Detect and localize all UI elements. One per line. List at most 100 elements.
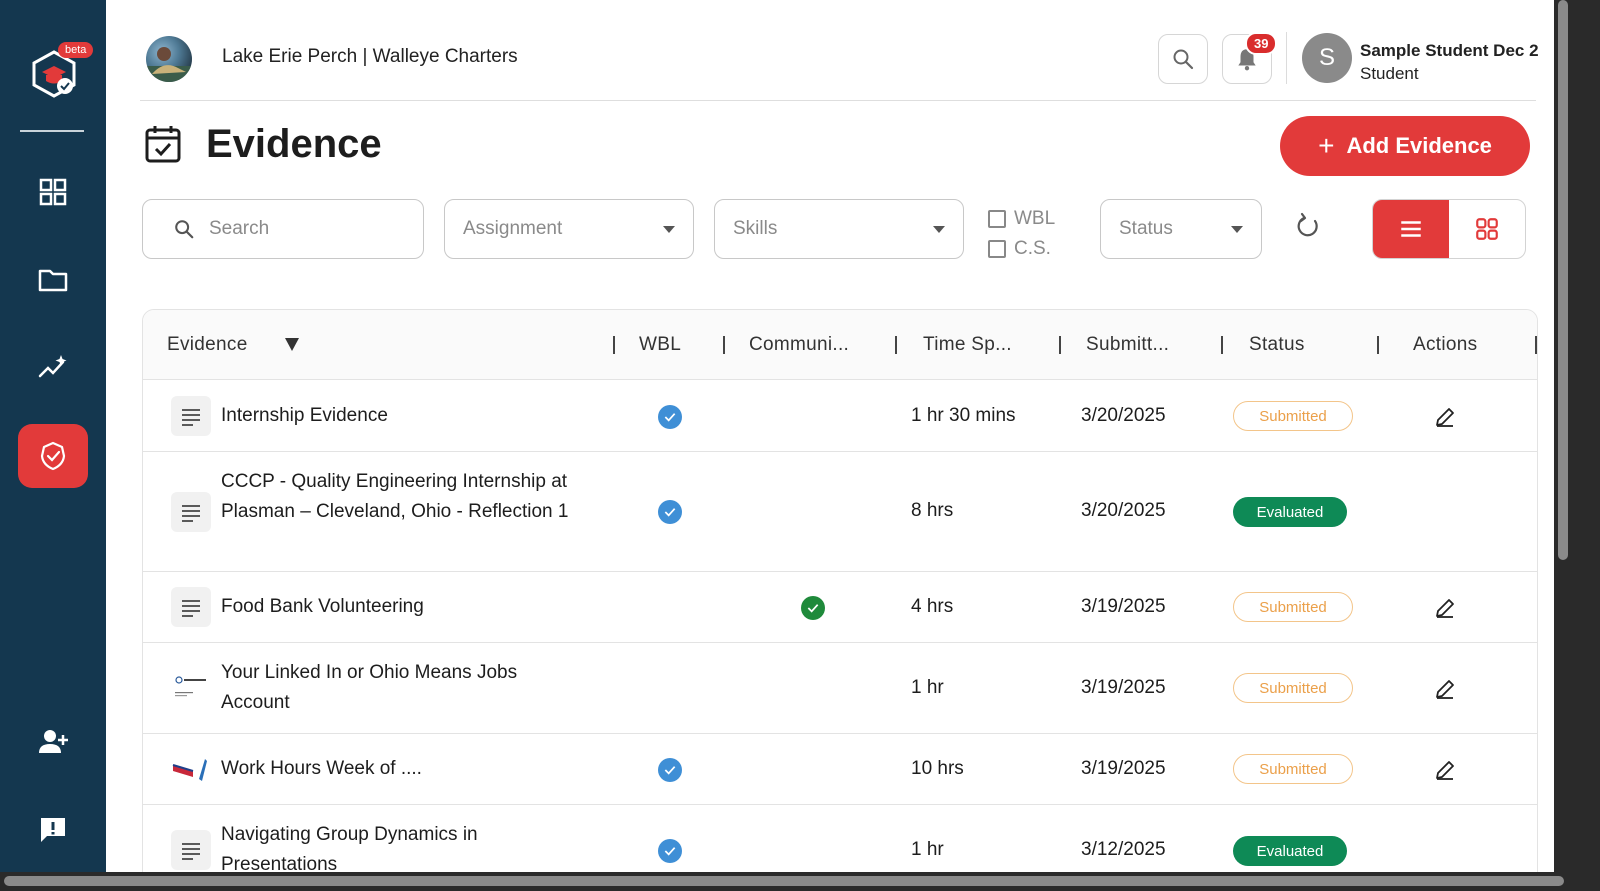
- edit-pencil-icon[interactable]: [1433, 405, 1457, 429]
- column-resize-handle[interactable]: [1221, 336, 1223, 354]
- grid-view-button[interactable]: [1449, 200, 1525, 258]
- status-badge: Submitted: [1233, 673, 1353, 703]
- submitted-date: 3/20/2025: [1081, 405, 1166, 426]
- assignment-select[interactable]: Assignment: [444, 199, 694, 259]
- community-check-icon: [801, 596, 825, 620]
- app-window: beta Lake Erie Perch | Walleye Charters …: [0, 0, 1554, 872]
- evidence-title[interactable]: Internship Evidence: [221, 401, 601, 431]
- column-resize-handle[interactable]: [1535, 336, 1537, 354]
- submitted-date: 3/20/2025: [1081, 500, 1166, 521]
- table-row[interactable]: Internship Evidence 1 hr 30 mins 3/20/20…: [143, 381, 1537, 452]
- wbl-checkbox[interactable]: WBL: [988, 204, 1055, 234]
- trend-sparkle-icon: [38, 355, 67, 378]
- sidebar-item-dashboard[interactable]: [18, 160, 88, 224]
- table-row[interactable]: CCCP - Quality Engineering Internship at…: [143, 452, 1537, 572]
- evidence-title[interactable]: Food Bank Volunteering: [221, 592, 601, 622]
- column-header-time-spent[interactable]: Time Sp...: [923, 334, 1012, 356]
- table-row[interactable]: Food Bank Volunteering 4 hrs 3/19/2025 S…: [143, 572, 1537, 643]
- submitted-date: 3/19/2025: [1081, 758, 1166, 779]
- column-resize-handle[interactable]: [1377, 336, 1379, 354]
- cs-checkbox[interactable]: C.S.: [988, 234, 1055, 264]
- table-row[interactable]: Navigating Group Dynamics in Presentatio…: [143, 805, 1537, 872]
- column-resize-handle[interactable]: [1059, 336, 1061, 354]
- add-evidence-button[interactable]: + Add Evidence: [1280, 116, 1530, 176]
- sidebar-divider: [20, 130, 84, 132]
- sidebar-item-analytics[interactable]: [18, 336, 88, 400]
- evidence-title[interactable]: Your Linked In or Ohio Means Jobs Accoun…: [221, 658, 561, 718]
- assignment-placeholder: Assignment: [463, 218, 563, 239]
- vertical-scrollbar[interactable]: [1558, 0, 1568, 560]
- header-divider: [140, 100, 1536, 101]
- refresh-icon[interactable]: [1294, 212, 1322, 240]
- search-icon: [175, 220, 194, 239]
- time-spent: 1 hr: [911, 677, 944, 698]
- column-header-actions: Actions: [1413, 334, 1478, 355]
- column-header-submitted[interactable]: Submitt...: [1086, 334, 1169, 356]
- sidebar-item-feedback[interactable]: [18, 798, 88, 862]
- column-resize-handle[interactable]: [895, 336, 897, 354]
- beta-badge: beta: [58, 42, 94, 58]
- search-input[interactable]: Search: [142, 199, 424, 259]
- list-icon: [1401, 221, 1421, 237]
- submitted-date: 3/12/2025: [1081, 839, 1166, 860]
- wbl-check-icon: [658, 839, 682, 863]
- status-badge: Submitted: [1233, 754, 1353, 784]
- time-spent: 8 hrs: [911, 500, 954, 521]
- org-title: Lake Erie Perch | Walleye Charters: [222, 46, 518, 67]
- time-spent: 1 hr: [911, 839, 944, 860]
- header-separator: [1286, 32, 1287, 84]
- edit-pencil-icon[interactable]: [1433, 677, 1457, 701]
- add-user-icon: [39, 730, 68, 753]
- evidence-title[interactable]: CCCP - Quality Engineering Internship at…: [221, 467, 581, 527]
- column-header-community[interactable]: Communi...: [749, 334, 849, 356]
- sidebar-item-add-user[interactable]: [18, 710, 88, 774]
- column-header-wbl[interactable]: WBL: [639, 334, 681, 356]
- evidence-title[interactable]: Work Hours Week of ....: [221, 754, 601, 784]
- table-row[interactable]: Work Hours Week of .... 10 hrs 3/19/2025…: [143, 734, 1537, 805]
- status-badge: Evaluated: [1233, 836, 1347, 866]
- chevron-down-icon: [933, 226, 945, 233]
- list-view-button[interactable]: [1373, 200, 1449, 258]
- grid-icon: [1476, 218, 1498, 240]
- wbl-check-icon: [658, 500, 682, 524]
- status-badge: Evaluated: [1233, 497, 1347, 527]
- status-badge: Submitted: [1233, 401, 1353, 431]
- text-lines-icon: [171, 492, 211, 532]
- time-spent: 4 hrs: [911, 596, 954, 617]
- evidence-title[interactable]: Navigating Group Dynamics in Presentatio…: [221, 820, 541, 872]
- column-header-evidence[interactable]: Evidence: [167, 334, 248, 356]
- horizontal-scrollbar[interactable]: [4, 876, 1564, 886]
- status-badge: Submitted: [1233, 592, 1353, 622]
- folder-icon: [38, 269, 68, 292]
- chat-alert-icon: [41, 818, 65, 842]
- checkbox-icon: [988, 240, 1006, 258]
- column-resize-handle[interactable]: [723, 336, 725, 354]
- wbl-label: WBL: [1014, 208, 1056, 229]
- sidebar-item-evidence[interactable]: [18, 424, 88, 488]
- wbl-check-icon: [658, 758, 682, 782]
- edit-pencil-icon[interactable]: [1433, 596, 1457, 620]
- status-select[interactable]: Status: [1100, 199, 1262, 259]
- status-placeholder: Status: [1119, 218, 1173, 239]
- table-row[interactable]: Your Linked In or Ohio Means Jobs Accoun…: [143, 643, 1537, 734]
- time-spent: 10 hrs: [911, 758, 964, 779]
- plus-icon: +: [1318, 130, 1335, 161]
- edit-pencil-icon[interactable]: [1433, 758, 1457, 782]
- search-button[interactable]: [1158, 34, 1208, 84]
- text-lines-icon: [171, 587, 211, 627]
- sidebar: beta: [0, 0, 106, 872]
- skills-select[interactable]: Skills: [714, 199, 964, 259]
- checkbox-icon: [988, 210, 1006, 228]
- sidebar-item-portfolio[interactable]: [18, 248, 88, 312]
- column-header-status[interactable]: Status: [1249, 334, 1305, 356]
- grid-icon: [39, 178, 67, 206]
- time-spent: 1 hr 30 mins: [911, 405, 1016, 426]
- user-name[interactable]: Sample Student Dec 2: [1360, 41, 1539, 61]
- sort-desc-icon[interactable]: [285, 338, 299, 351]
- user-avatar[interactable]: S: [1302, 33, 1352, 83]
- submitted-date: 3/19/2025: [1081, 677, 1166, 698]
- wbl-check-icon: [658, 405, 682, 429]
- column-resize-handle[interactable]: [613, 336, 615, 354]
- submitted-date: 3/19/2025: [1081, 596, 1166, 617]
- table-header: Evidence WBL Communi... Time Sp... Submi…: [143, 310, 1537, 380]
